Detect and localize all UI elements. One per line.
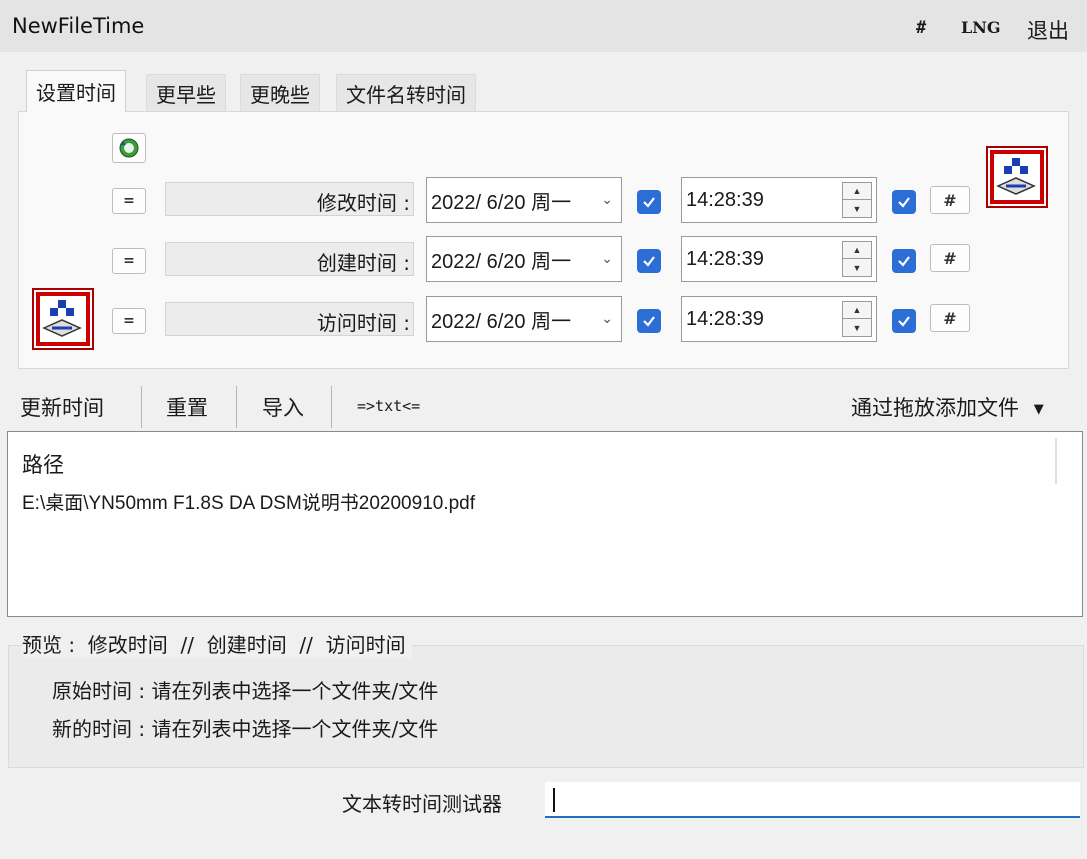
accessed-date-picker[interactable]: 2022/ 6/20 周一 ⌄	[426, 296, 622, 342]
checkmark-icon	[643, 197, 655, 208]
preview-label: 预览 : 修改时间 // 创建时间 // 访问时间	[22, 629, 412, 658]
app-title: NewFileTime	[12, 14, 145, 38]
tab-set-time[interactable]: 设置时间	[26, 70, 126, 112]
txt-export-button[interactable]: =>txt<=	[357, 397, 420, 415]
text-to-time-tester-label: 文本转时间测试器	[342, 792, 502, 816]
modified-date-picker[interactable]: 2022/ 6/20 周一 ⌄	[426, 177, 622, 223]
reset-button[interactable]: 重置	[166, 392, 208, 422]
file-drop-target-right[interactable]	[986, 146, 1048, 213]
current-time-button[interactable]	[112, 133, 146, 163]
checkmark-icon	[643, 316, 655, 327]
text-caret	[553, 788, 555, 812]
refresh-clock-icon	[119, 138, 139, 158]
drag-add-files-menu[interactable]: 通过拖放添加文件 ▼	[851, 392, 1044, 422]
spin-up-icon[interactable]: ▲	[843, 242, 871, 259]
chevron-down-icon: ⌄	[601, 250, 613, 266]
list-column-divider	[1055, 438, 1057, 484]
created-time-label: 创建时间 :	[316, 251, 410, 275]
toolbar-separator	[331, 386, 332, 428]
accessed-hash-button[interactable]: #	[930, 304, 970, 332]
exit-button[interactable]: 退出	[1027, 15, 1069, 45]
text-to-time-tester-input[interactable]	[545, 782, 1080, 818]
tab-later[interactable]: 更晚些	[240, 74, 320, 112]
accessed-time-value: 14:28:39	[686, 307, 764, 330]
toolbar-separator	[236, 386, 237, 428]
copy-created-button[interactable]: =	[112, 248, 146, 274]
accessed-time-spinner[interactable]: ▲ ▼	[842, 301, 872, 337]
toolbar-separator	[141, 386, 142, 428]
spin-up-icon[interactable]: ▲	[843, 183, 871, 200]
created-date-value: 2022/ 6/20 周一	[431, 250, 572, 273]
update-time-button[interactable]: 更新时间	[20, 392, 104, 422]
modified-hash-button[interactable]: #	[930, 186, 970, 214]
chevron-down-icon: ⌄	[601, 191, 613, 207]
checkmark-icon	[898, 197, 910, 208]
created-time-spinner[interactable]: ▲ ▼	[842, 241, 872, 277]
checkmark-icon	[643, 256, 655, 267]
new-time-text: 新的时间 : 请在列表中选择一个文件夹/文件	[52, 717, 439, 741]
copy-accessed-button[interactable]: =	[112, 308, 146, 334]
preview-group	[8, 645, 1084, 768]
modified-time-checkbox[interactable]	[892, 190, 916, 214]
created-time-input[interactable]: 14:28:39 ▲ ▼	[681, 236, 877, 282]
tab-earlier[interactable]: 更早些	[146, 74, 226, 112]
created-time-value: 14:28:39	[686, 247, 764, 270]
dropdown-arrow-icon: ▼	[1033, 401, 1044, 417]
accessed-date-checkbox[interactable]	[637, 309, 661, 333]
spin-up-icon[interactable]: ▲	[843, 302, 871, 319]
created-hash-button[interactable]: #	[930, 244, 970, 272]
accessed-time-input[interactable]: 14:28:39 ▲ ▼	[681, 296, 877, 342]
tab-filename-to-time[interactable]: 文件名转时间	[336, 74, 476, 112]
copy-modified-button[interactable]: =	[112, 188, 146, 214]
list-header-path[interactable]: 路径	[22, 449, 64, 479]
original-time-text: 原始时间 : 请在列表中选择一个文件夹/文件	[52, 679, 439, 703]
import-button[interactable]: 导入	[262, 392, 304, 422]
chevron-down-icon: ⌄	[601, 310, 613, 326]
language-button[interactable]: LNG	[961, 18, 1001, 37]
spin-down-icon[interactable]: ▼	[843, 259, 871, 276]
modified-time-value: 14:28:39	[686, 188, 764, 211]
created-time-checkbox[interactable]	[892, 249, 916, 273]
created-date-checkbox[interactable]	[637, 249, 661, 273]
modified-date-value: 2022/ 6/20 周一	[431, 191, 572, 214]
accessed-date-value: 2022/ 6/20 周一	[431, 310, 572, 333]
file-drop-target-left[interactable]	[32, 288, 94, 355]
file-list[interactable]	[7, 431, 1083, 617]
accessed-time-checkbox[interactable]	[892, 309, 916, 333]
accessed-time-label: 访问时间 :	[316, 311, 410, 335]
file-grid-icon	[986, 146, 1048, 208]
hash-menu-button[interactable]: #	[916, 18, 926, 38]
modified-time-label: 修改时间 :	[316, 191, 410, 215]
checkmark-icon	[898, 316, 910, 327]
spin-down-icon[interactable]: ▼	[843, 200, 871, 217]
file-grid-icon	[32, 288, 94, 350]
list-item[interactable]: E:\桌面\YN50mm F1.8S DA DSM说明书20200910.pdf	[22, 488, 475, 515]
modified-date-checkbox[interactable]	[637, 190, 661, 214]
drag-add-label: 通过拖放添加文件	[851, 396, 1019, 420]
modified-time-input[interactable]: 14:28:39 ▲ ▼	[681, 177, 877, 223]
modified-time-spinner[interactable]: ▲ ▼	[842, 182, 872, 218]
checkmark-icon	[898, 256, 910, 267]
created-date-picker[interactable]: 2022/ 6/20 周一 ⌄	[426, 236, 622, 282]
spin-down-icon[interactable]: ▼	[843, 319, 871, 336]
